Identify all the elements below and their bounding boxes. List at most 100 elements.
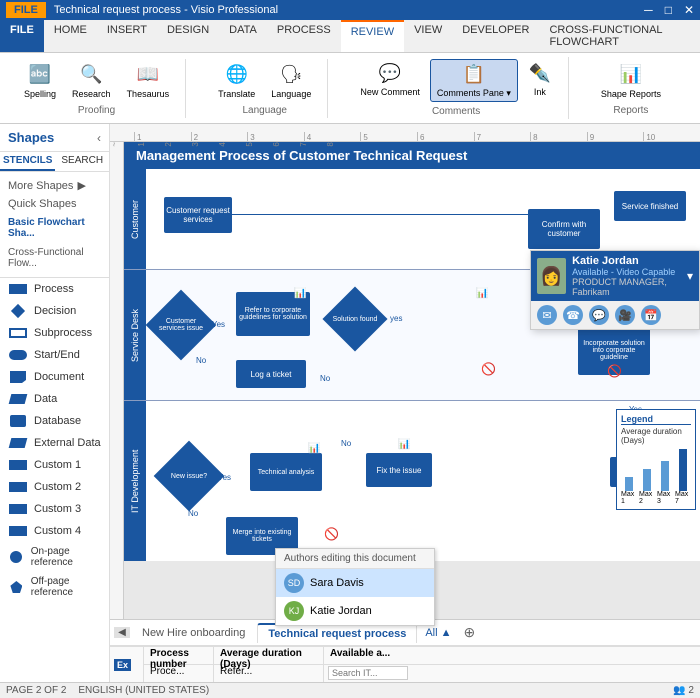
shape-reports-icon: 📊 — [619, 63, 643, 87]
phone-action-btn[interactable]: ☎ — [563, 305, 583, 325]
language-indicator: ENGLISH (UNITED STATES) — [78, 685, 209, 696]
stencils-tab[interactable]: STENCILS — [0, 152, 55, 171]
tab-crossfunctional[interactable]: CROSS-FUNCTIONAL FLOWCHART — [539, 20, 700, 52]
data-shape-icon — [8, 392, 28, 406]
reports-group-label: Reports — [613, 105, 648, 116]
sidebar-item-process[interactable]: Process — [0, 278, 109, 300]
comments-pane-button[interactable]: 📋 Comments Pane ▾ — [430, 59, 518, 102]
search-tab[interactable]: SEARCH — [55, 152, 109, 171]
tabs-scroll-left[interactable]: ◀ — [114, 627, 130, 638]
tab-design[interactable]: DESIGN — [157, 20, 219, 52]
document-shape-icon — [8, 370, 28, 384]
popup-expand-icon[interactable]: ▾ — [687, 269, 693, 283]
sidebar-item-onpage[interactable]: On-page reference — [0, 542, 109, 572]
basic-flowchart-item[interactable]: Basic Flowchart Sha... — [0, 213, 109, 243]
tab-home[interactable]: HOME — [44, 20, 97, 52]
sidebar-item-custom2[interactable]: Custom 2 — [0, 476, 109, 498]
ribbon-group-reports: 📊 Shape Reports Reports — [585, 59, 677, 118]
grid-header-row: Process number Average duration (Days) A… — [144, 647, 700, 665]
ink-button[interactable]: ✒️ Ink — [522, 59, 558, 102]
new-comment-button[interactable]: 💬 New Comment — [354, 59, 426, 102]
sidebar-item-offpage[interactable]: Off-page reference — [0, 572, 109, 602]
calendar-action-btn[interactable]: 📅 — [641, 305, 661, 325]
sidebar-item-custom4[interactable]: Custom 4 — [0, 520, 109, 542]
quick-shapes-label: Quick Shapes — [8, 198, 76, 210]
data-shape-label: Data — [34, 393, 57, 405]
thesaurus-button[interactable]: 📖 Thesaurus — [121, 61, 176, 101]
file-tab[interactable]: FILE — [6, 2, 46, 18]
author-katie-jordan[interactable]: KJ Katie Jordan — [276, 597, 434, 625]
tab-data[interactable]: DATA — [219, 20, 267, 52]
no-entry-icon-2: 🚫 — [607, 364, 622, 378]
tab-insert[interactable]: INSERT — [97, 20, 157, 52]
label-yes-new-issue: Yes — [218, 473, 231, 482]
popup-actions: ✉ ☎ 💬 🎥 📅 — [531, 301, 699, 329]
search-it-input[interactable] — [328, 666, 408, 680]
tab-developer[interactable]: DEVELOPER — [452, 20, 539, 52]
chat-action-btn[interactable]: 💬 — [589, 305, 609, 325]
diamond-solution-found[interactable]: Solution found — [332, 296, 378, 342]
box-log-ticket[interactable]: Log a ticket — [236, 360, 306, 388]
grid-app-icon: Ex — [110, 647, 144, 682]
ribbon-tabs: FILE HOME INSERT DESIGN DATA PROCESS REV… — [0, 20, 700, 53]
shape-reports-button[interactable]: 📊 Shape Reports — [595, 61, 667, 101]
grid-col-header-3: Available a... — [324, 647, 700, 664]
minimize-icon[interactable]: ─ — [644, 3, 653, 17]
chart-icon-it-2: 📊 — [398, 439, 410, 450]
sidebar-item-custom1[interactable]: Custom 1 — [0, 454, 109, 476]
video-action-btn[interactable]: 🎥 — [615, 305, 635, 325]
diamond-new-issue[interactable]: New issue? — [164, 451, 214, 501]
box-service-finished[interactable]: Service finished — [614, 191, 686, 221]
legend-box: Legend Average duration (Days) Max 1 Max… — [616, 409, 696, 510]
grid-cell-process: Proce... — [144, 665, 214, 682]
maximize-icon[interactable]: □ — [665, 3, 672, 17]
external-data-shape-icon — [8, 436, 28, 450]
grid-col-header-2: Average duration (Days) — [214, 647, 324, 664]
subprocess-shape-label: Subprocess — [34, 327, 92, 339]
box-customer-request[interactable]: Customer request services — [164, 197, 232, 233]
lane-label-service-desk: Service Desk — [124, 270, 146, 400]
decision-shape-label: Decision — [34, 305, 76, 317]
sidebar-item-document[interactable]: Document — [0, 366, 109, 388]
authors-header: Authors editing this document — [276, 549, 434, 569]
box-confirm-customer[interactable]: Confirm with customer — [528, 209, 600, 249]
author-sara-davis[interactable]: SD Sara Davis — [276, 569, 434, 597]
tab-file[interactable]: FILE — [0, 20, 44, 52]
sidebar-collapse-icon[interactable]: ‹ — [97, 131, 101, 145]
sidebar-item-database[interactable]: Database — [0, 410, 109, 432]
box-fix-issue[interactable]: Fix the issue — [366, 453, 432, 487]
sidebar-item-startend[interactable]: Start/End — [0, 344, 109, 366]
custom1-icon — [8, 458, 28, 472]
sidebar-item-decision[interactable]: Decision — [0, 300, 109, 322]
grid-cell-search[interactable] — [324, 665, 700, 682]
sidebar-item-data[interactable]: Data — [0, 388, 109, 410]
sidebar-item-custom3[interactable]: Custom 3 — [0, 498, 109, 520]
popup-role: PRODUCT MANAGER, Fabrikam — [572, 277, 681, 297]
custom4-icon — [8, 524, 28, 538]
label-yes-1: Yes — [212, 320, 225, 329]
research-button[interactable]: 🔍 Research — [66, 61, 117, 101]
diamond-customer-issue[interactable]: Customer services issue — [156, 300, 206, 350]
sidebar-item-external-data[interactable]: External Data — [0, 432, 109, 454]
quick-shapes-item[interactable]: Quick Shapes — [0, 195, 109, 213]
tab-add-button[interactable]: ⊕ — [459, 622, 479, 643]
spelling-button[interactable]: 🔤 Spelling — [18, 61, 62, 101]
label-no-1: No — [196, 356, 206, 365]
tab-view[interactable]: VIEW — [404, 20, 452, 52]
box-technical-analysis[interactable]: Technical analysis — [250, 453, 322, 491]
more-shapes-item[interactable]: More Shapes ▶ — [0, 176, 109, 195]
tab-new-hire[interactable]: New Hire onboarding — [132, 624, 255, 642]
katie-avatar: 👩 — [537, 258, 566, 294]
tab-review[interactable]: REVIEW — [341, 20, 404, 52]
email-action-btn[interactable]: ✉ — [537, 305, 557, 325]
translate-button[interactable]: 🌐 Translate — [212, 61, 261, 101]
grid-data-row: Proce... Refer... — [144, 665, 700, 682]
tab-all-button[interactable]: All ▲ — [419, 625, 457, 641]
tab-process[interactable]: PROCESS — [267, 20, 341, 52]
language-button[interactable]: 🗣 Language — [265, 61, 317, 101]
sidebar-item-subprocess[interactable]: Subprocess — [0, 322, 109, 344]
cross-functional-item[interactable]: Cross-Functional Flow... — [0, 243, 109, 273]
close-icon[interactable]: ✕ — [684, 3, 694, 17]
shapes-list: Process Decision Subprocess Start/End Do… — [0, 277, 109, 602]
legend-chart: Max 1 Max 2 Max 3 — [621, 449, 691, 505]
